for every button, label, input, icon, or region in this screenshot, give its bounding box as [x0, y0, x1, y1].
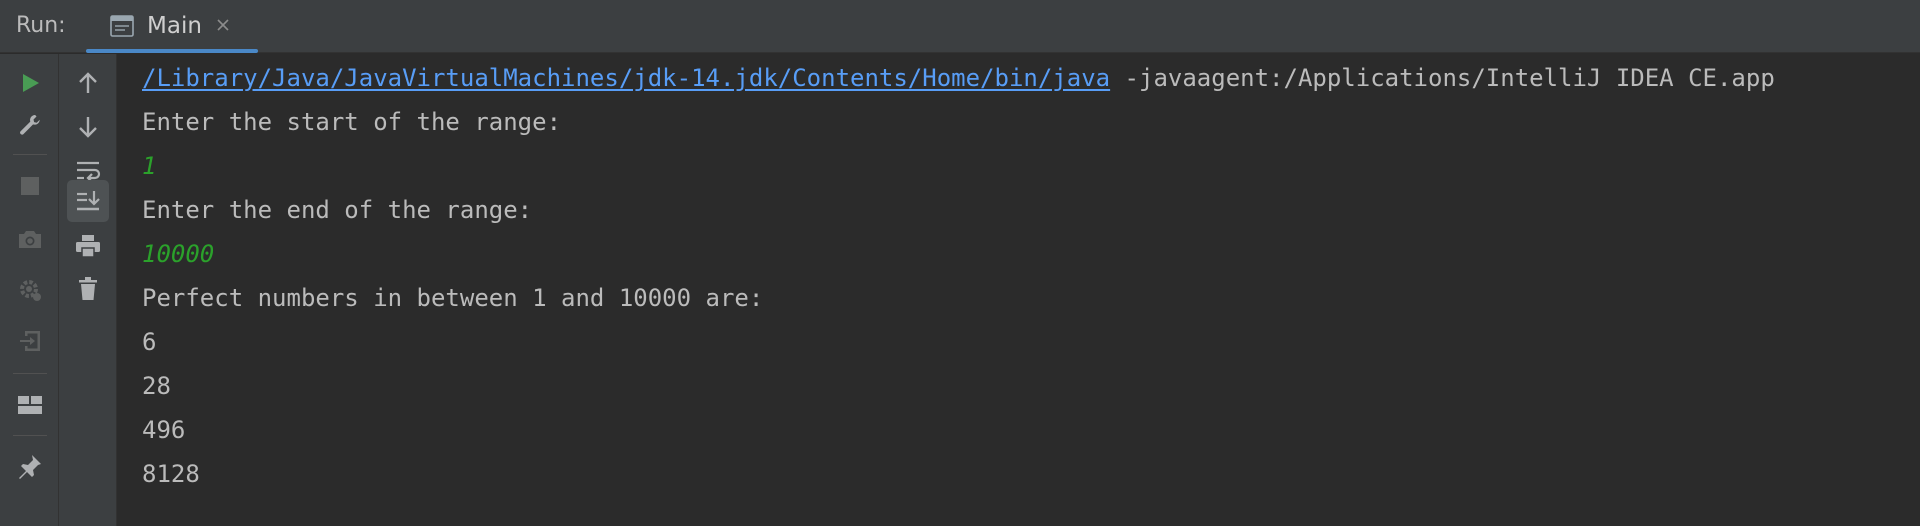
debug-settings-button[interactable] — [9, 269, 51, 311]
console-output[interactable]: /Library/Java/JavaVirtualMachines/jdk-14… — [117, 54, 1920, 526]
run-label: Run: — [16, 13, 66, 38]
toolbar-separator — [13, 154, 47, 155]
console-line: Perfect numbers in between 1 and 10000 a… — [142, 284, 764, 312]
console-line: 8128 — [142, 460, 200, 488]
console-line: 28 — [142, 372, 171, 400]
java-executable-link[interactable]: /Library/Java/JavaVirtualMachines/jdk-14… — [142, 64, 1110, 92]
dump-threads-button[interactable] — [9, 218, 51, 260]
run-toolbar-header: Run: Main — [0, 0, 1920, 53]
console-actions-toolbar — [59, 54, 117, 526]
tab-main[interactable]: Main — [86, 0, 258, 53]
clear-all-button[interactable] — [67, 268, 109, 310]
tab-selected-indicator — [86, 49, 258, 53]
print-button[interactable] — [67, 225, 109, 267]
debug-gear-icon — [16, 276, 44, 304]
tab-main-label: Main — [147, 13, 202, 39]
rerun-icon — [18, 71, 42, 95]
exit-button[interactable] — [9, 320, 51, 362]
print-icon — [74, 233, 102, 259]
arrow-up-icon — [76, 70, 100, 96]
console-line: Enter the start of the range: — [142, 108, 562, 136]
run-tool-window: Run: Main /Library/Java/JavaVirtualMachi… — [0, 0, 1920, 526]
wrench-icon — [17, 112, 43, 138]
trash-icon — [76, 275, 100, 303]
toolbar-separator — [13, 373, 47, 374]
run-actions-toolbar — [0, 54, 59, 526]
command-line: /Library/Java/JavaVirtualMachines/jdk-14… — [142, 58, 1775, 98]
console-line: 6 — [142, 328, 157, 356]
command-arguments: -javaagent:/Applications/IntelliJ IDEA C… — [1110, 64, 1775, 92]
layout-icon — [17, 393, 43, 417]
toolbar-separator — [13, 435, 47, 436]
console-line: 496 — [142, 416, 186, 444]
rerun-button[interactable] — [9, 62, 51, 104]
pin-icon — [16, 452, 44, 480]
close-icon[interactable] — [214, 16, 232, 34]
camera-icon — [16, 227, 44, 251]
console-line: Enter the end of the range: — [142, 196, 533, 224]
edit-configuration-button[interactable] — [9, 104, 51, 146]
scroll-to-end-icon — [74, 188, 102, 214]
console-input-line: 1 — [142, 152, 157, 180]
exit-icon — [17, 328, 43, 354]
down-stack-trace-button[interactable] — [67, 106, 109, 148]
restore-layout-button[interactable] — [9, 384, 51, 426]
pin-tab-button[interactable] — [9, 445, 51, 487]
window-icon — [110, 15, 134, 37]
up-stack-trace-button[interactable] — [67, 62, 109, 104]
console-input-line: 10000 — [142, 240, 215, 268]
stop-icon — [19, 175, 41, 197]
stop-button[interactable] — [9, 165, 51, 207]
arrow-down-icon — [76, 114, 100, 140]
scroll-to-end-button[interactable] — [67, 180, 109, 222]
